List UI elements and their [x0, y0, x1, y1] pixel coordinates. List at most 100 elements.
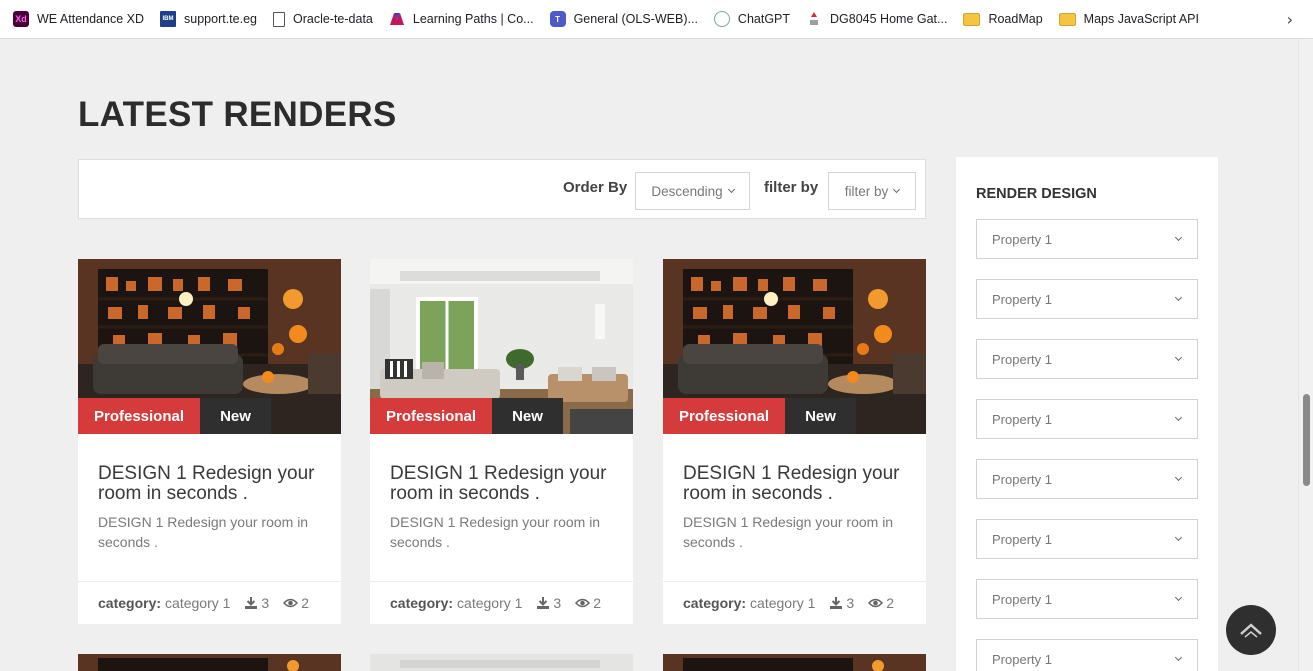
render-card-peek[interactable] — [78, 654, 341, 671]
card-footer: category: category 1 3 2 — [663, 581, 926, 624]
chevron-down-icon — [1174, 533, 1183, 542]
order-by-select[interactable]: Descending — [635, 172, 750, 210]
bookmark-support-te[interactable]: IBM support.te.eg — [160, 11, 257, 27]
chevron-down-icon — [1174, 413, 1183, 422]
chevron-down-icon — [727, 185, 735, 194]
badge-new: New — [492, 398, 563, 434]
property-select-value: Property 1 — [992, 231, 1052, 247]
filter-by-select[interactable]: filter by — [828, 172, 916, 210]
page-title: LATEST RENDERS — [78, 95, 397, 134]
folder-icon — [963, 12, 981, 26]
bookmark-label: General (OLS-WEB)... — [573, 12, 698, 26]
order-by-value: Descending — [651, 183, 723, 199]
chevron-down-icon — [1174, 593, 1183, 602]
chevron-down-icon — [1174, 293, 1183, 302]
property-select-value: Property 1 — [992, 411, 1052, 427]
chevron-down-icon — [1174, 653, 1183, 662]
bookmark-learning-paths[interactable]: Learning Paths | Co... — [389, 11, 534, 27]
view-count: 2 — [868, 595, 894, 611]
property-select[interactable]: Property 1 — [976, 339, 1198, 379]
render-card[interactable]: Professional New DESIGN 1 Redesign your … — [78, 259, 341, 624]
page-scrollbar[interactable] — [1298, 39, 1313, 671]
bookmarks-bar: Xd WE Attendance XD IBM support.te.eg Or… — [0, 0, 1313, 39]
bookmark-folder-roadmap[interactable]: RoadMap — [963, 12, 1043, 26]
property-select[interactable]: Property 1 — [976, 639, 1198, 671]
property-select[interactable]: Property 1 — [976, 219, 1198, 259]
property-select[interactable]: Property 1 — [976, 519, 1198, 559]
bookmark-label: ChatGPT — [737, 12, 791, 26]
property-select-value: Property 1 — [992, 591, 1052, 607]
ibm-icon: IBM — [160, 11, 177, 27]
document-icon — [272, 11, 285, 27]
render-card[interactable]: Professional New DESIGN 1 Redesign your … — [663, 259, 926, 624]
bookmark-oracle-te-data[interactable]: Oracle-te-data — [272, 11, 373, 27]
category-label: category: — [683, 595, 747, 611]
download-count-value: 3 — [553, 595, 562, 611]
badge-professional: Professional — [78, 398, 200, 434]
filter-by-label: filter by — [764, 179, 819, 196]
bookmark-label: Maps JavaScript API — [1083, 12, 1199, 26]
property-select[interactable]: Property 1 — [976, 279, 1198, 319]
bookmark-teams-general[interactable]: T General (OLS-WEB)... — [549, 11, 698, 27]
folder-icon — [1058, 12, 1076, 26]
card-footer: category: category 1 3 2 — [370, 581, 633, 624]
bookmark-folder-maps-api[interactable]: Maps JavaScript API — [1058, 12, 1199, 26]
eye-icon — [283, 598, 299, 608]
chevron-down-icon — [893, 185, 901, 194]
render-card-peek[interactable] — [370, 654, 633, 671]
render-design-sidebar: RENDER DESIGN Property 1 Property 1 Prop… — [956, 157, 1218, 671]
view-count: 2 — [575, 595, 601, 611]
filter-bar: Order By Descending filter by filter by — [78, 159, 926, 219]
property-select[interactable]: Property 1 — [976, 459, 1198, 499]
bookmark-label: DG8045 Home Gat... — [830, 12, 948, 26]
chevron-right-icon[interactable]: › — [1287, 10, 1293, 29]
property-select-value: Property 1 — [992, 471, 1052, 487]
download-count: 3 — [536, 595, 561, 611]
download-icon — [830, 597, 843, 609]
back-to-top-button[interactable] — [1226, 605, 1276, 655]
download-icon — [537, 597, 550, 609]
learning-paths-icon — [389, 11, 405, 27]
router-icon — [806, 11, 822, 27]
bookmark-chatgpt[interactable]: ChatGPT — [713, 11, 791, 27]
render-card[interactable]: Professional New DESIGN 1 Redesign your … — [370, 259, 633, 624]
property-select[interactable]: Property 1 — [976, 399, 1198, 439]
order-by-label: Order By — [563, 179, 628, 196]
card-title[interactable]: DESIGN 1 Redesign your room in seconds . — [683, 464, 908, 504]
chevron-down-icon — [1174, 353, 1183, 362]
card-title[interactable]: DESIGN 1 Redesign your room in seconds . — [390, 464, 615, 504]
bookmark-label: support.te.eg — [184, 12, 257, 26]
badge-professional: Professional — [663, 398, 785, 434]
card-description: DESIGN 1 Redesign your room in seconds . — [683, 514, 894, 550]
badge-professional: Professional — [370, 398, 492, 434]
render-image-halloween-living-room[interactable]: Professional New — [78, 259, 341, 434]
card-description: DESIGN 1 Redesign your room in seconds . — [390, 514, 601, 550]
render-image-white-living-room[interactable]: Professional New — [370, 259, 633, 434]
scrollbar-thumb[interactable] — [1303, 394, 1310, 486]
bookmark-label: Oracle-te-data — [292, 12, 373, 26]
download-count: 3 — [244, 595, 269, 611]
category-value: category 1 — [750, 595, 816, 611]
bookmark-label: Learning Paths | Co... — [412, 12, 534, 26]
sidebar-title: RENDER DESIGN — [976, 186, 1097, 202]
category-value: category 1 — [165, 595, 231, 611]
view-count-value: 2 — [301, 595, 309, 611]
eye-icon — [868, 598, 884, 608]
download-count: 3 — [829, 595, 854, 611]
bookmark-dg8045[interactable]: DG8045 Home Gat... — [806, 11, 947, 27]
card-title[interactable]: DESIGN 1 Redesign your room in seconds . — [98, 464, 323, 504]
property-select-value: Property 1 — [992, 531, 1052, 547]
view-count-value: 2 — [593, 595, 601, 611]
property-select-value: Property 1 — [992, 351, 1052, 367]
render-image-halloween-living-room[interactable]: Professional New — [663, 259, 926, 434]
card-footer: category: category 1 3 2 — [78, 581, 341, 624]
badge-new: New — [785, 398, 856, 434]
chevron-down-icon — [1174, 233, 1183, 242]
view-count: 2 — [283, 595, 309, 611]
bookmark-we-attendance-xd[interactable]: Xd WE Attendance XD — [13, 11, 144, 27]
chevron-up-icon — [1240, 623, 1262, 638]
property-select[interactable]: Property 1 — [976, 579, 1198, 619]
render-card-peek[interactable] — [663, 654, 926, 671]
chevron-down-icon — [1174, 473, 1183, 482]
adobe-xd-icon: Xd — [13, 11, 29, 27]
